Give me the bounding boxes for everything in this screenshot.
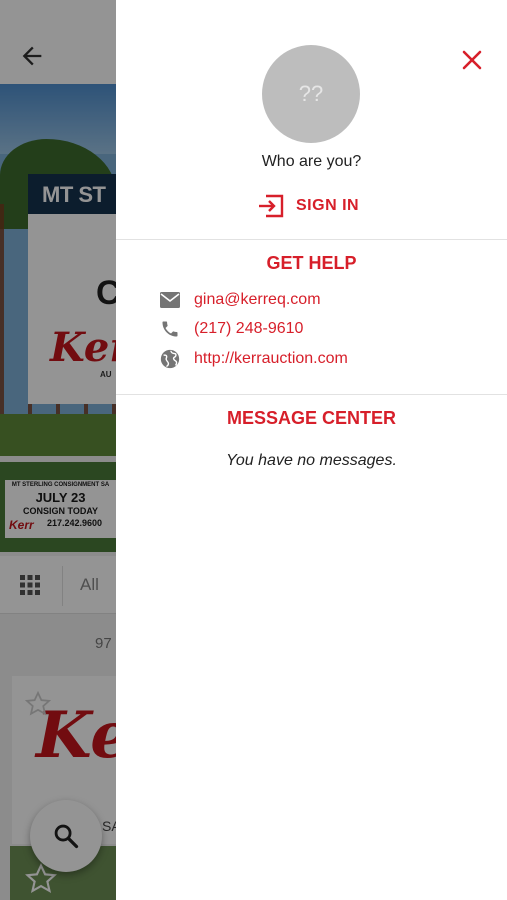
mail-icon xyxy=(158,288,182,312)
close-icon[interactable] xyxy=(456,44,488,76)
section-divider xyxy=(116,239,507,240)
globe-icon xyxy=(158,347,182,371)
email-link: gina@kerreq.com xyxy=(194,291,321,308)
phone-icon xyxy=(158,317,182,341)
contact-email[interactable]: gina@kerreq.com xyxy=(158,287,321,313)
drawer-scrim[interactable] xyxy=(0,0,116,900)
who-are-you-label: Who are you? xyxy=(261,153,362,170)
app-screen: MT ST C Kerr AU MT STERLING CONSIGNMENT … xyxy=(0,0,507,900)
sign-in-label: SIGN IN xyxy=(296,197,360,214)
get-help-title: GET HELP xyxy=(266,253,357,273)
no-messages-text: You have no messages. xyxy=(226,452,397,469)
contact-phone[interactable]: (217) 248-9610 xyxy=(158,316,303,342)
sign-in-icon xyxy=(259,194,284,218)
message-center-title: MESSAGE CENTER xyxy=(226,408,397,428)
avatar: ?? xyxy=(262,45,360,143)
website-link: http://kerrauction.com xyxy=(194,350,348,367)
section-divider xyxy=(116,394,507,395)
navigation-drawer: ?? Who are you? SIGN IN GET HELP gina@ke… xyxy=(116,0,507,900)
sign-in-button[interactable]: SIGN IN xyxy=(256,190,359,222)
phone-link: (217) 248-9610 xyxy=(194,320,304,337)
contact-website[interactable]: http://kerrauction.com xyxy=(158,346,348,372)
